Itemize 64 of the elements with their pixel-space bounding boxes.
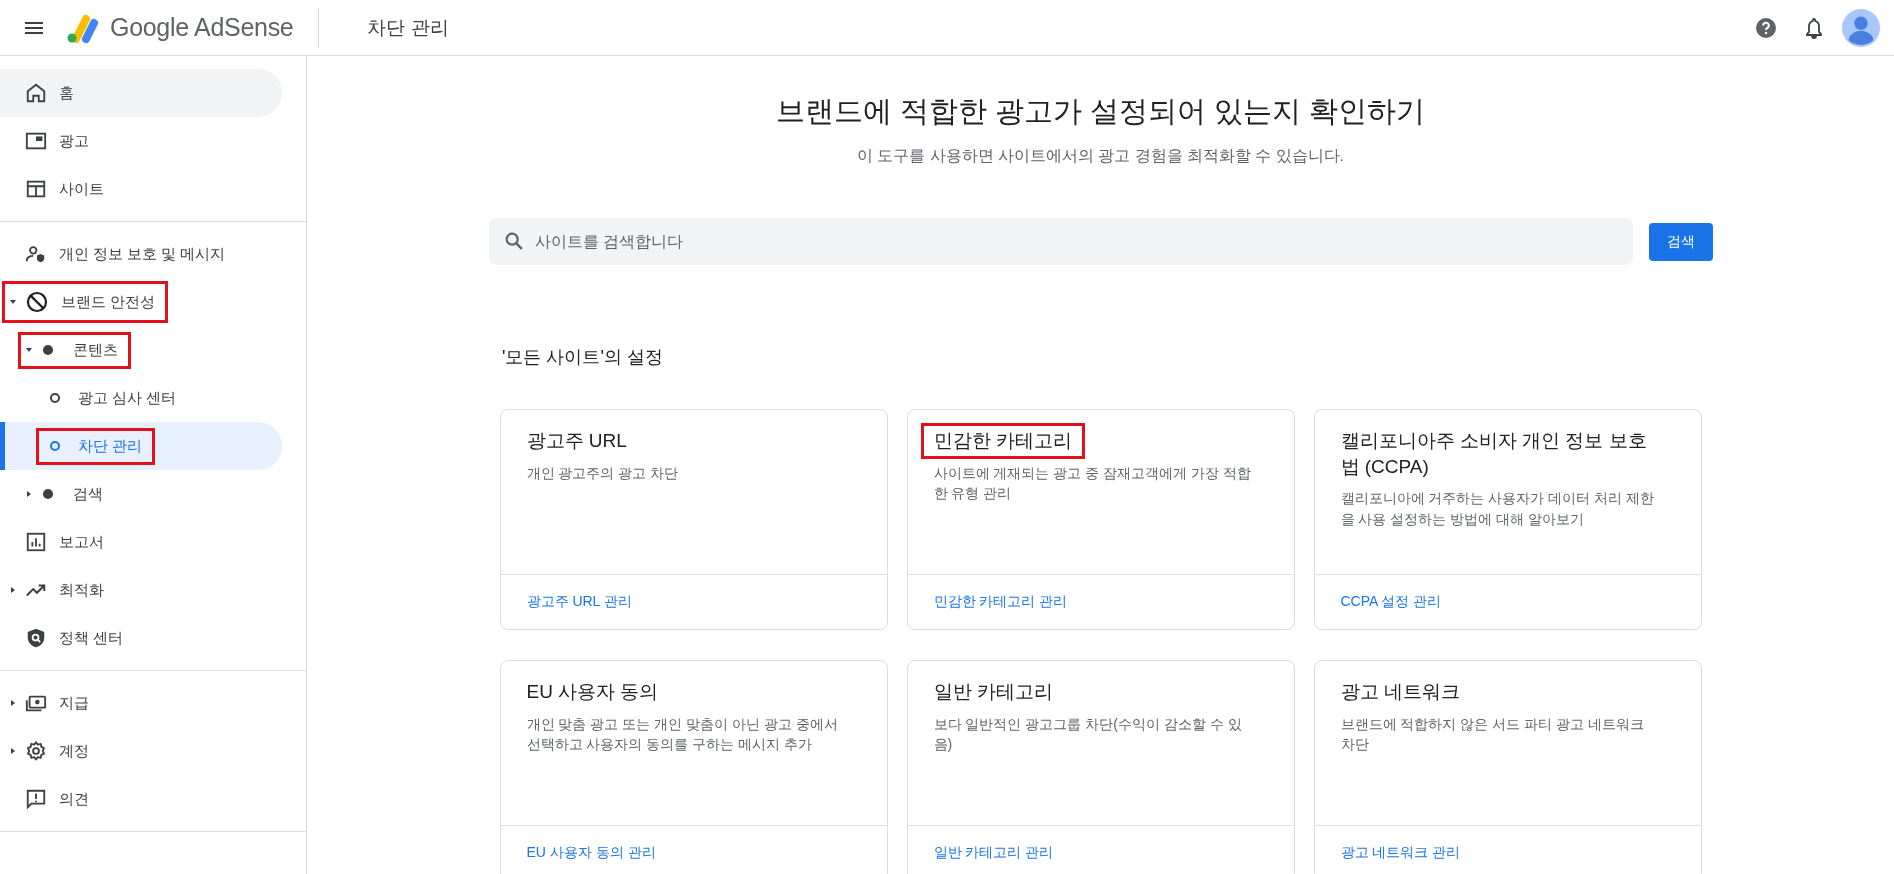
card-description: 브랜드에 적합하지 않은 서드 파티 광고 네트워크 차단 [1340, 714, 1645, 754]
card-link[interactable]: CCPA 설정 관리 [1340, 593, 1442, 611]
search-button[interactable]: 검색 [1648, 222, 1713, 261]
collapse-arrow-icon[interactable] [10, 299, 16, 305]
settings-icon [25, 740, 47, 762]
highlight-frame: 콘텐츠 [18, 331, 131, 369]
sidebar-item[interactable]: 광고 [0, 117, 282, 165]
card-description: 개인 광고주의 광고 차단 [526, 463, 680, 483]
expand-arrow-icon[interactable] [10, 587, 16, 593]
collapse-arrow-icon[interactable] [26, 347, 32, 353]
product-name: Google AdSense [110, 13, 294, 42]
sidebar-item[interactable]: 개인 정보 보호 및 메시지 [0, 230, 282, 278]
card-link[interactable]: EU 사용자 동의 관리 [526, 844, 656, 862]
sidebar-item[interactable]: 계정 [0, 727, 282, 775]
block-icon [25, 290, 49, 314]
card-link[interactable]: 광고주 URL 관리 [526, 593, 632, 611]
expand-arrow-icon[interactable] [10, 700, 16, 706]
sidebar-item[interactable]: 의견 [0, 775, 282, 823]
card-link[interactable]: 일반 카테고리 관리 [933, 844, 1054, 862]
card-description: 보다 일반적인 광고그룹 차단(수익이 감소할 수 있음) [933, 714, 1243, 754]
sidebar-item[interactable]: 브랜드 안전성 [0, 278, 282, 326]
shield-search-icon [25, 627, 47, 649]
sidebar-item[interactable]: 정책 센터 [0, 614, 282, 662]
card-title: 민감한 카테고리 [933, 430, 1072, 451]
sidebar-item[interactable]: 검색 [0, 470, 282, 518]
expand-arrow-icon[interactable] [26, 491, 32, 497]
sidebar-item[interactable]: 사이트 [0, 165, 282, 213]
sidebar-item[interactable]: 지급 [0, 679, 282, 727]
person-shield-icon [25, 243, 47, 265]
page-title: 차단 관리 [367, 15, 449, 40]
bar-chart-icon [25, 531, 47, 553]
sidebar-item[interactable]: 최적화 [0, 566, 282, 614]
page-subtitle: 이 도구를 사용하면 사이트에서의 광고 경험을 최적화할 수 있습니다. [857, 146, 1344, 166]
sidebar-item[interactable]: 홈 [0, 69, 282, 117]
sidebar-item[interactable]: 콘텐츠 [0, 326, 282, 374]
home-icon [25, 82, 47, 104]
card-title: EU 사용자 동의 [526, 681, 659, 702]
ad-frame-icon [25, 130, 47, 152]
card-title: 일반 카테고리 [933, 681, 1053, 702]
bullet-icon [43, 489, 53, 499]
layout-icon [25, 178, 47, 200]
feedback-icon [25, 788, 47, 810]
sidebar-item[interactable]: 광고 심사 센터 [0, 374, 282, 422]
search-field[interactable]: 사이트를 검색합니다 [488, 218, 1633, 265]
card-title: 광고 네트워크 [1340, 681, 1460, 702]
card-link[interactable]: 광고 네트워크 관리 [1340, 844, 1461, 862]
card-link[interactable]: 민감한 카테고리 관리 [933, 593, 1068, 611]
circle-bullet-icon [50, 441, 60, 451]
circle-bullet-icon [50, 393, 60, 403]
highlight-frame: 차단 관리 [36, 427, 156, 465]
help-icon[interactable] [1754, 15, 1778, 40]
sidebar-item[interactable]: 차단 관리 [0, 422, 282, 470]
highlight-frame: 브랜드 안전성 [2, 281, 169, 323]
bullet-icon [43, 345, 53, 355]
card-description: 사이트에 게재되는 광고 중 잠재고객에게 가장 적합한 유형 관리 [933, 463, 1252, 503]
section-title: '모든 사이트'의 설정 [501, 346, 664, 369]
avatar-icon[interactable] [1842, 8, 1880, 47]
page-heading: 브랜드에 적합한 광고가 설정되어 있는지 확인하기 [775, 94, 1426, 129]
card-title: 캘리포니아주 소비자 개인 정보 보호법 (CCPA) [1340, 430, 1647, 477]
sidebar-item[interactable]: 보고서 [0, 518, 282, 566]
card-description: 개인 맞춤 광고 또는 개인 맞춤이 아닌 광고 중에서 선택하고 사용자의 동의를 구하는 메시지 추가 [526, 714, 839, 754]
expand-arrow-icon[interactable] [10, 748, 16, 754]
card-title: 광고주 URL [526, 430, 627, 451]
card-description: 캘리포니아에 거주하는 사용자가 데이터 처리 제한을 사용 설정하는 방법에 대해 알아보기 [1340, 489, 1655, 529]
